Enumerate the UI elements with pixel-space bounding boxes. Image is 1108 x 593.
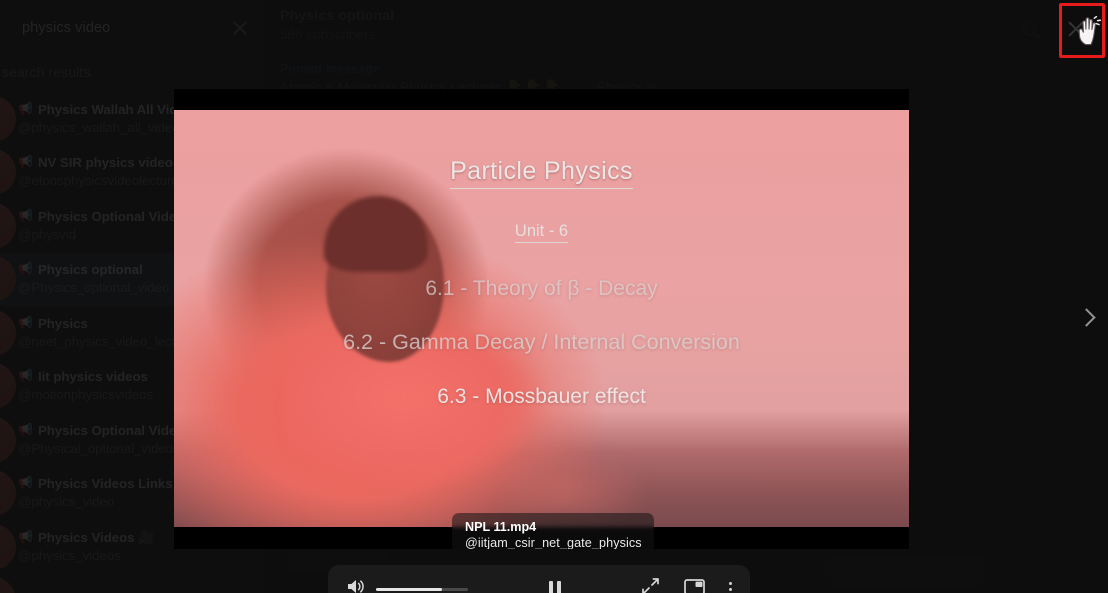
video-player[interactable]: Particle Physics Unit - 6 6.1 - Theory o… [174, 89, 909, 549]
video-frame-image: Particle Physics Unit - 6 6.1 - Theory o… [174, 110, 909, 527]
whiteboard-unit-text: Unit - 6 [514, 222, 569, 243]
whiteboard-unit: Unit - 6 [174, 222, 909, 243]
media-viewer-overlay: Particle Physics Unit - 6 6.1 - Theory o… [0, 0, 1108, 593]
close-viewer-button[interactable] [1050, 3, 1102, 55]
media-filename: NPL 11.mp4 [465, 520, 537, 534]
picture-in-picture-icon[interactable] [684, 578, 705, 593]
volume-icon[interactable] [346, 578, 365, 593]
whiteboard-line-2: 6.2 - Gamma Decay / Internal Conversion [343, 330, 740, 354]
app-root: physics video d search results 📢 Physics… [0, 0, 1108, 593]
controls-right-group [641, 577, 732, 593]
video-controls-bar[interactable] [328, 565, 750, 593]
whiteboard-title: Particle Physics [174, 157, 909, 189]
fullscreen-icon[interactable] [641, 577, 660, 593]
media-caption: NPL 11.mp4 @iitjam_csir_net_gate_physics [452, 513, 654, 549]
media-source-username: @iitjam_csir_net_gate_physics [465, 536, 642, 549]
volume-slider-fill [376, 587, 443, 591]
close-icon [1066, 19, 1086, 39]
volume-slider[interactable] [376, 587, 468, 591]
chevron-right-icon [1076, 307, 1096, 327]
whiteboard-line-3: 6.3 - Mossbauer effect [437, 385, 646, 408]
whiteboard-text: Particle Physics Unit - 6 6.1 - Theory o… [174, 110, 909, 527]
kebab-menu-icon[interactable] [729, 581, 732, 593]
whiteboard-title-text: Particle Physics [450, 157, 633, 189]
whiteboard-line-1: 6.1 - Theory of β - Decay [425, 277, 658, 300]
next-media-button[interactable] [1066, 294, 1106, 340]
media-viewer-topbar [0, 0, 1108, 62]
pause-icon[interactable] [548, 581, 561, 593]
